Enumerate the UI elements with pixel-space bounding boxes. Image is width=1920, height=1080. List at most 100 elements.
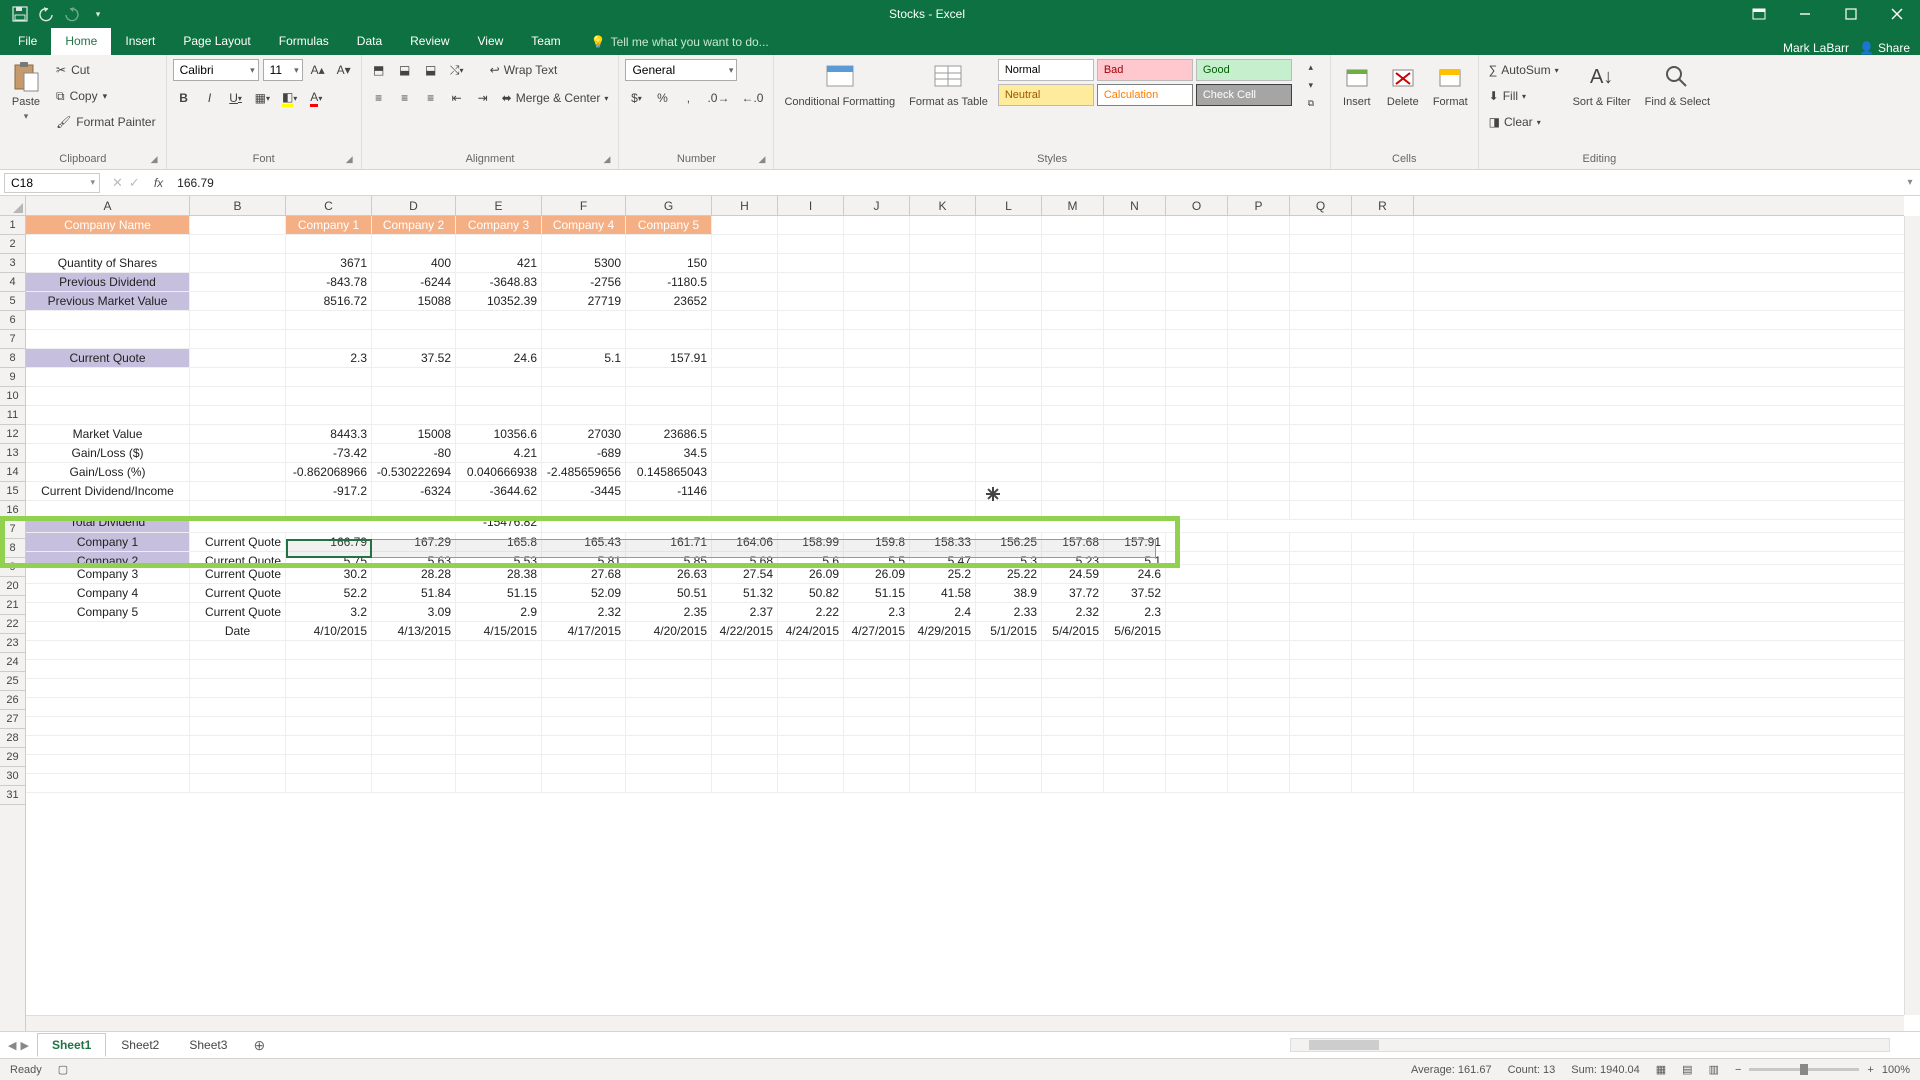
cell[interactable] — [910, 641, 976, 659]
cell[interactable] — [1352, 622, 1414, 640]
cell[interactable] — [910, 254, 976, 272]
cell[interactable] — [456, 774, 542, 792]
cell[interactable] — [976, 292, 1042, 310]
cell[interactable]: 25.2 — [910, 565, 976, 583]
cell[interactable] — [1228, 660, 1290, 678]
row-header[interactable]: 31 — [0, 786, 25, 805]
cell[interactable] — [372, 755, 456, 773]
cell[interactable] — [1166, 679, 1228, 697]
redo-icon[interactable] — [62, 4, 82, 24]
cell[interactable]: Company 2 — [26, 552, 190, 564]
cell[interactable] — [26, 698, 190, 716]
cell[interactable]: 157.68 — [1042, 533, 1104, 551]
cell[interactable] — [1290, 736, 1352, 754]
cell[interactable] — [1166, 552, 1228, 564]
cell[interactable]: 2.3 — [1104, 603, 1166, 621]
cell[interactable]: 8516.72 — [286, 292, 372, 310]
cell[interactable] — [286, 698, 372, 716]
close-icon[interactable] — [1874, 0, 1920, 28]
bold-button[interactable]: B — [173, 87, 195, 109]
new-sheet-icon[interactable]: ⊕ — [248, 1034, 270, 1056]
cell[interactable] — [626, 698, 712, 716]
cell[interactable]: 30.2 — [286, 565, 372, 583]
align-right-icon[interactable]: ≡ — [420, 87, 442, 109]
align-top-icon[interactable]: ⬒ — [368, 59, 390, 81]
cell[interactable] — [542, 679, 626, 697]
cell[interactable]: 23686.5 — [626, 425, 712, 443]
cell[interactable]: Current Quote — [190, 565, 286, 583]
cell[interactable]: 28.38 — [456, 565, 542, 583]
cell[interactable] — [976, 717, 1042, 735]
tab-formulas[interactable]: Formulas — [265, 28, 343, 55]
cell[interactable] — [190, 254, 286, 272]
cell[interactable] — [778, 679, 844, 697]
cell[interactable] — [1228, 717, 1290, 735]
cell[interactable] — [1104, 463, 1166, 481]
horizontal-scrollbar[interactable] — [1290, 1038, 1890, 1052]
cell[interactable] — [626, 368, 712, 386]
cell[interactable] — [626, 311, 712, 329]
cell[interactable]: 5/4/2015 — [1042, 622, 1104, 640]
cell[interactable] — [712, 311, 778, 329]
cells-area[interactable]: Company NameCompany 1Company 2Company 3C… — [26, 216, 1904, 1015]
cell[interactable] — [286, 755, 372, 773]
cell[interactable] — [1290, 444, 1352, 462]
cell[interactable] — [190, 330, 286, 348]
cell[interactable] — [1228, 603, 1290, 621]
cell[interactable] — [1228, 679, 1290, 697]
cell[interactable]: 2.4 — [910, 603, 976, 621]
cell[interactable]: 27.68 — [542, 565, 626, 583]
cell[interactable] — [1352, 292, 1414, 310]
cell[interactable] — [1104, 330, 1166, 348]
cell[interactable] — [372, 774, 456, 792]
cell[interactable] — [712, 463, 778, 481]
cell[interactable] — [1104, 425, 1166, 443]
cell[interactable]: 2.32 — [542, 603, 626, 621]
cell[interactable] — [1042, 254, 1104, 272]
cell[interactable] — [626, 235, 712, 253]
cell[interactable] — [1104, 717, 1166, 735]
cell[interactable]: 2.22 — [778, 603, 844, 621]
cell[interactable] — [1166, 755, 1228, 773]
cell[interactable] — [190, 698, 286, 716]
align-middle-icon[interactable]: ⬓ — [394, 59, 416, 81]
cell[interactable] — [712, 482, 778, 500]
cell[interactable] — [26, 235, 190, 253]
cell[interactable] — [844, 482, 910, 500]
tell-me-search[interactable]: 💡 Tell me what you want to do... — [583, 29, 777, 55]
cell[interactable] — [190, 755, 286, 773]
cell[interactable] — [190, 311, 286, 329]
cell[interactable] — [1290, 292, 1352, 310]
cell[interactable] — [190, 660, 286, 678]
cell[interactable]: 4/15/2015 — [456, 622, 542, 640]
style-check-cell[interactable]: Check Cell — [1196, 84, 1292, 106]
cell[interactable]: 51.32 — [712, 584, 778, 602]
decrease-indent-icon[interactable]: ⇤ — [446, 87, 468, 109]
column-header[interactable]: R — [1352, 196, 1414, 215]
cell[interactable] — [1228, 330, 1290, 348]
cell[interactable]: 50.82 — [778, 584, 844, 602]
cell[interactable] — [1166, 482, 1228, 500]
cell[interactable]: 2.37 — [712, 603, 778, 621]
cell[interactable] — [190, 501, 286, 519]
cell[interactable] — [712, 254, 778, 272]
cell[interactable] — [778, 660, 844, 678]
cell[interactable] — [1042, 679, 1104, 697]
cell[interactable]: 2.3 — [286, 349, 372, 367]
cell[interactable] — [286, 660, 372, 678]
cell[interactable] — [542, 698, 626, 716]
column-header[interactable]: G — [626, 196, 712, 215]
cell[interactable] — [976, 273, 1042, 291]
cell[interactable] — [778, 425, 844, 443]
cell[interactable] — [456, 679, 542, 697]
save-icon[interactable] — [10, 4, 30, 24]
cell[interactable] — [1352, 660, 1414, 678]
cell[interactable] — [778, 717, 844, 735]
cell[interactable] — [1042, 482, 1104, 500]
signed-in-user[interactable]: Mark LaBarr — [1783, 41, 1849, 55]
column-header[interactable]: Q — [1290, 196, 1352, 215]
cell[interactable] — [844, 273, 910, 291]
row-header[interactable]: 23 — [0, 634, 25, 653]
formula-input[interactable]: 166.79 — [169, 176, 1900, 190]
cell[interactable]: 5.23 — [1042, 552, 1104, 564]
